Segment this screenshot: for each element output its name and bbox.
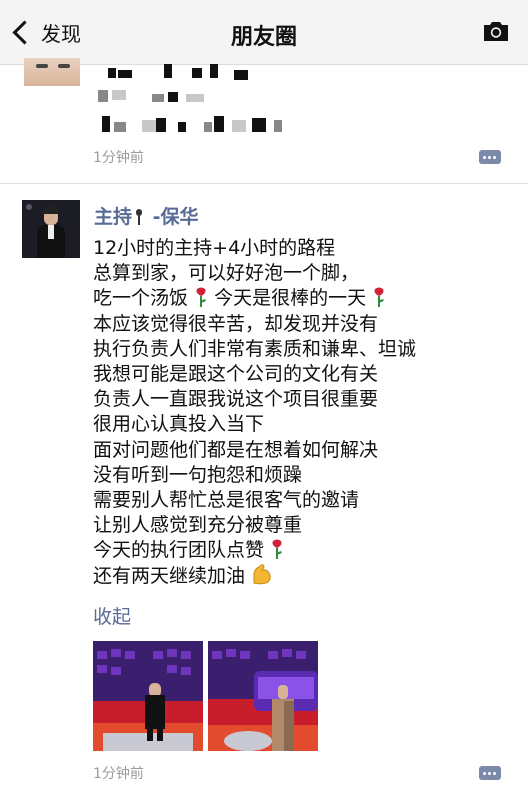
post-line: 12小时的主持+4小时的路程 [93,237,336,259]
post-line: 今天的执行团队点赞 [93,539,265,562]
post-line: 还有两天继续加油 [93,565,246,588]
post-line: 面对问题他们都是在想着如何解决 [93,438,379,461]
post-line: 总算到家，可以好好泡一个脚， [93,262,360,285]
stage-photo-1[interactable] [93,641,203,751]
author-name[interactable]: 主持 -保华 [94,202,199,229]
rose-emoji [196,287,207,308]
post-text: 12小时的主持+4小时的路程 总算到家，可以好好泡一个脚， 吃一个汤饭 今天是很… [93,236,416,589]
rose-emoji [374,287,385,308]
camera-icon[interactable] [482,20,510,42]
post-divider [0,183,528,184]
microphone-emoji [136,209,143,225]
stage-photo-2[interactable] [208,641,318,751]
collapse-link[interactable]: 收起 [93,602,131,629]
rose-emoji [272,539,283,560]
comment-menu-icon[interactable] [479,150,501,164]
avatar[interactable] [22,200,80,258]
post-line: 很用心认真投入当下 [93,413,265,436]
avatar[interactable] [24,58,80,86]
post-line: 执行负责人们非常有素质和谦卑、坦诚 [93,337,417,360]
post-line: 今天是很棒的一天 [214,287,367,310]
nav-bar: 发现 朋友圈 [0,0,528,65]
post-line: 负责人一直跟我说这个项目很重要 [93,388,379,411]
post-time: 1分钟前 [93,766,144,782]
post-line: 吃一个汤饭 [93,287,189,310]
post-line: 让别人感觉到充分被尊重 [93,514,303,537]
post-time: 1分钟前 [93,150,144,166]
comment-menu-icon[interactable] [479,766,501,780]
post-line: 本应该觉得很辛苦，却发现并没有 [93,312,379,335]
post-line: 我想可能是跟这个公司的文化有关 [93,362,379,385]
post-line: 需要别人帮忙总是很客气的邀请 [93,488,360,511]
flexed-biceps-emoji [253,564,271,585]
page-title: 朋友圈 [230,25,297,50]
pixelated-text [96,64,296,136]
post-line: 没有听到一句抱怨和烦躁 [93,463,303,486]
